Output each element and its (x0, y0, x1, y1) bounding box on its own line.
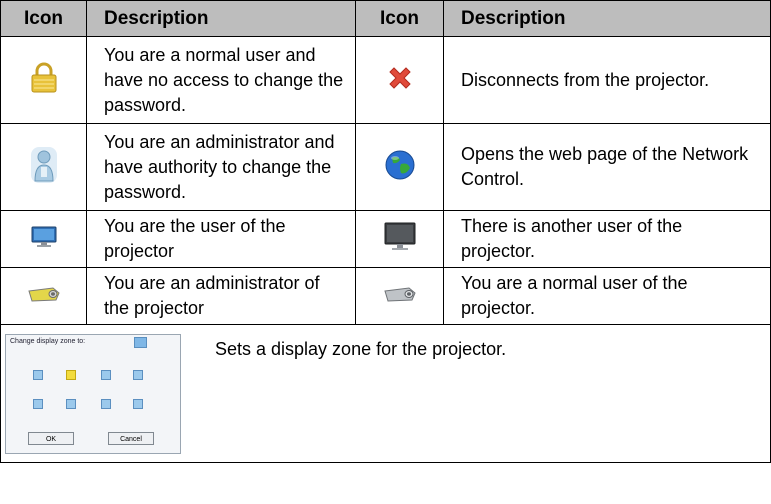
icon-column-header: Icon (0, 0, 87, 37)
description-column-header: Description (86, 0, 356, 37)
lock-icon (31, 62, 56, 92)
icon-cell (0, 123, 87, 211)
description-column-header: Description (443, 0, 771, 37)
description-cell: Disconnects from the projector. (443, 36, 771, 124)
zone-option-4 (133, 370, 143, 380)
close-x-icon[interactable] (386, 64, 414, 92)
display-zone-dialog-image: Change display zone to: OK Cancel (5, 334, 181, 454)
icon-description-table: Icon Description Icon Description You ar… (0, 0, 771, 463)
cancel-button: Cancel (108, 432, 154, 445)
description-cell: Opens the web page of the Network Contro… (443, 123, 771, 211)
description-cell: You are a normal user of the projector. (443, 267, 771, 325)
monitor-dark-icon (384, 222, 415, 250)
display-zone-description: Sets a display zone for the projector. (215, 339, 507, 359)
projector-yellow-icon (27, 286, 60, 302)
icon-cell (355, 123, 444, 211)
table-header-row: Icon Description Icon Description (0, 0, 771, 37)
globe-icon[interactable] (384, 149, 416, 181)
monitor-icon (31, 226, 56, 247)
description-cell: You are the user of the projector (86, 210, 356, 268)
zone-option-6 (66, 399, 76, 409)
dialog-title: Change display zone to: (10, 338, 86, 345)
table-row: You are the user of the projector There … (0, 210, 771, 268)
icon-cell (355, 267, 444, 325)
display-zone-cell: Change display zone to: OK Cancel Sets a… (0, 324, 771, 463)
icon-column-header: Icon (355, 0, 444, 37)
zone-option-1 (33, 370, 43, 380)
table-row: You are an administrator and have author… (0, 123, 771, 211)
description-cell: You are an administrator and have author… (86, 123, 356, 211)
ok-button: OK (28, 432, 74, 445)
icon-cell (0, 210, 87, 268)
projector-gray-icon (383, 286, 416, 302)
icon-cell (355, 36, 444, 124)
zone-option-5 (33, 399, 43, 409)
administrator-person-icon (30, 146, 57, 183)
description-cell: There is another user of the projector. (443, 210, 771, 268)
table-row: You are an administrator of the projecto… (0, 267, 771, 325)
icon-cell (0, 36, 87, 124)
current-zone-indicator (134, 337, 147, 348)
icon-cell (0, 267, 87, 325)
icon-cell (355, 210, 444, 268)
zone-option-7 (101, 399, 111, 409)
zone-option-3 (101, 370, 111, 380)
zone-option-2 (66, 370, 76, 380)
table-row: Change display zone to: OK Cancel Sets a… (0, 324, 771, 463)
zone-option-8 (133, 399, 143, 409)
description-cell: You are an administrator of the projecto… (86, 267, 356, 325)
description-cell: You are a normal user and have no access… (86, 36, 356, 124)
table-row: You are a normal user and have no access… (0, 36, 771, 124)
